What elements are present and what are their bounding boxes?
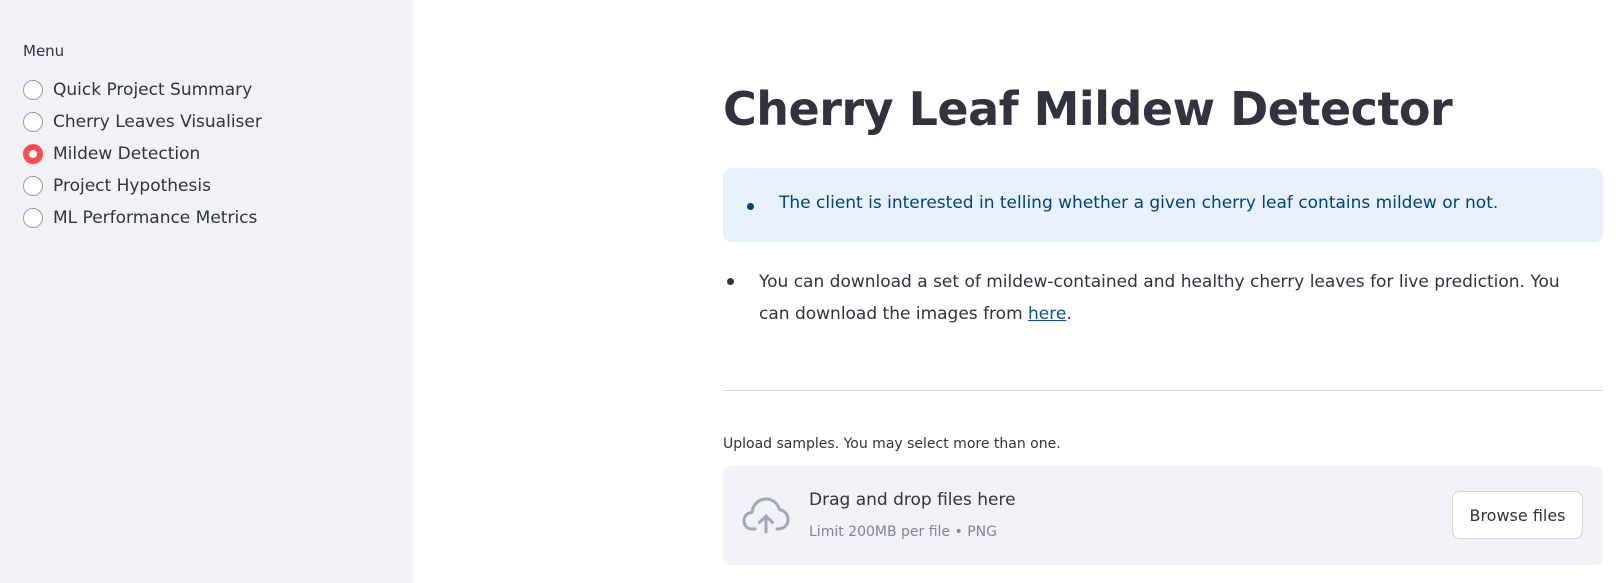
menu-item-label: Project Hypothesis bbox=[53, 176, 211, 196]
menu-item-ml-performance-metrics[interactable]: ML Performance Metrics bbox=[23, 202, 262, 234]
page-title: Cherry Leaf Mildew Detector bbox=[723, 82, 1453, 136]
cloud-upload-icon bbox=[742, 497, 790, 534]
radio-button[interactable] bbox=[23, 176, 43, 196]
drop-limit: Limit 200MB per file • PNG bbox=[809, 524, 997, 540]
bullet-icon bbox=[727, 278, 734, 285]
info-alert: The client is interested in telling whet… bbox=[723, 168, 1603, 242]
menu-radio-group: Quick Project Summary Cherry Leaves Visu… bbox=[23, 74, 262, 234]
radio-button[interactable] bbox=[23, 112, 43, 132]
upload-label: Upload samples. You may select more than… bbox=[723, 436, 1061, 452]
menu-item-label: Quick Project Summary bbox=[53, 80, 253, 100]
menu-item-mildew-detection[interactable]: Mildew Detection bbox=[23, 138, 262, 170]
main-content: Cherry Leaf Mildew Detector The client i… bbox=[723, 0, 1603, 583]
radio-button[interactable] bbox=[23, 80, 43, 100]
app-root: Menu Quick Project Summary Cherry Leaves… bbox=[0, 0, 1616, 583]
download-text: You can download a set of mildew-contain… bbox=[759, 272, 1560, 324]
menu-label: Menu bbox=[23, 42, 65, 60]
download-text-end: . bbox=[1066, 304, 1072, 324]
radio-button[interactable] bbox=[23, 208, 43, 228]
bullet-icon bbox=[747, 203, 754, 210]
divider bbox=[723, 390, 1603, 391]
browse-files-button[interactable]: Browse files bbox=[1452, 491, 1583, 539]
menu-item-label: Cherry Leaves Visualiser bbox=[53, 112, 262, 132]
info-text: The client is interested in telling whet… bbox=[779, 193, 1499, 213]
menu-item-quick-project-summary[interactable]: Quick Project Summary bbox=[23, 74, 262, 106]
sidebar: Menu Quick Project Summary Cherry Leaves… bbox=[0, 0, 413, 583]
drop-title: Drag and drop files here bbox=[809, 490, 1016, 510]
download-link[interactable]: here bbox=[1028, 304, 1066, 324]
menu-item-label: Mildew Detection bbox=[53, 144, 201, 164]
download-instructions: You can download a set of mildew-contain… bbox=[759, 266, 1589, 330]
menu-item-project-hypothesis[interactable]: Project Hypothesis bbox=[23, 170, 262, 202]
menu-item-cherry-leaves-visualiser[interactable]: Cherry Leaves Visualiser bbox=[23, 106, 262, 138]
radio-button-selected[interactable] bbox=[23, 144, 43, 164]
file-dropzone[interactable]: Drag and drop files here Limit 200MB per… bbox=[723, 466, 1603, 565]
menu-item-label: ML Performance Metrics bbox=[53, 208, 258, 228]
